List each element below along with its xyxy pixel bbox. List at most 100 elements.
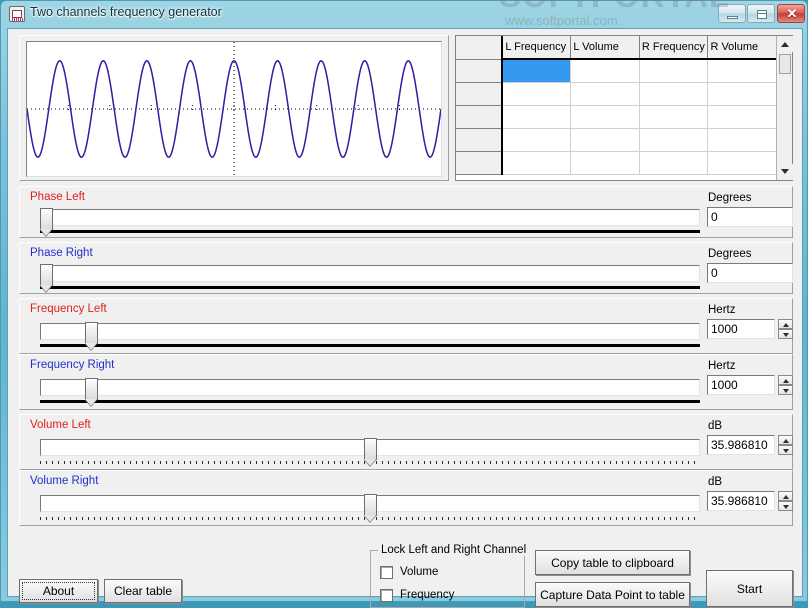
table-row-header[interactable] [456,105,504,129]
table-row[interactable] [456,128,777,152]
title-bar[interactable]: Two channels frequency generator ✕ [1,1,808,27]
checkbox-lock-volume[interactable]: Volume [380,566,520,581]
slider-thumb[interactable] [363,438,377,460]
lock-channel-group: Lock Left and Right Channel Volume Frequ… [370,544,530,608]
spinner-down-icon[interactable] [778,329,793,339]
scroll-up-icon[interactable] [777,36,793,52]
spinner-down-icon[interactable] [778,385,793,395]
table-cell[interactable] [502,128,572,152]
close-button[interactable]: ✕ [777,4,805,23]
slider-thumb[interactable] [363,494,377,516]
spinner-frequency-left[interactable] [778,319,793,339]
slider-volume-right[interactable] [40,494,700,520]
table-cell[interactable] [502,151,572,175]
spinner-up-icon[interactable] [778,435,793,445]
table-cell[interactable] [502,82,572,106]
table-cell[interactable] [570,151,640,175]
table-row-header[interactable] [456,82,504,106]
maximize-button[interactable] [747,4,775,23]
spinner-down-icon[interactable] [778,501,793,511]
table-cell[interactable] [570,105,640,129]
unit-label-frequency-left: Hertz [708,304,736,316]
checkbox-box-frequency[interactable] [380,589,393,602]
slider-phase-left[interactable] [40,208,700,233]
table-cell[interactable] [639,128,709,152]
table-cell[interactable] [570,128,640,152]
scrollbar-thumb[interactable] [779,54,791,74]
slider-thumb[interactable] [40,208,53,230]
table-cell[interactable] [707,151,777,175]
slider-thumb[interactable] [40,264,53,286]
table-col-header-r-frequency[interactable]: R Frequency [639,36,709,60]
table-header-row: L Frequency L Volume R Frequency R Volum… [456,36,777,60]
label-frequency-left: Frequency Left [30,303,107,315]
spinner-volume-left[interactable] [778,435,793,455]
slider-group-volume-left: Volume Left [19,414,793,470]
table-cell[interactable] [639,151,709,175]
table-col-header-l-volume[interactable]: L Volume [570,36,640,60]
table-cell[interactable] [707,105,777,129]
table-cell[interactable] [707,59,777,83]
spinner-up-icon[interactable] [778,375,793,385]
start-button[interactable]: Start [706,570,793,607]
table-cell[interactable] [707,128,777,152]
spinner-frequency-right[interactable] [778,375,793,395]
table-row-header[interactable] [456,128,504,152]
copy-table-button[interactable]: Copy table to clipboard [535,550,690,575]
table-col-header-0[interactable] [456,36,504,60]
table-row-header[interactable] [456,59,504,83]
about-button[interactable]: About [19,579,98,603]
table-col-header-r-volume[interactable]: R Volume [707,36,777,60]
table-row[interactable] [456,59,777,83]
minimize-button[interactable] [718,4,746,23]
waveform-icon [9,6,25,22]
table-cell[interactable] [639,105,709,129]
slider-frequency-right[interactable] [40,378,700,403]
value-field-frequency-left[interactable]: 1000 [707,319,775,339]
value-field-volume-left[interactable]: 35.986810 [707,435,775,455]
table-cell[interactable] [570,59,640,83]
table-row[interactable] [456,82,777,106]
slider-group-volume-right: Volume Right [19,470,793,526]
table-row[interactable] [456,151,777,175]
table-cell[interactable] [502,105,572,129]
table-row-header[interactable] [456,151,504,175]
value-field-frequency-right[interactable]: 1000 [707,375,775,395]
slider-groove[interactable] [40,379,700,396]
value-field-phase-left[interactable]: 0 [707,207,793,227]
table-scrollbar[interactable] [776,36,793,180]
table-cell[interactable] [502,59,572,83]
waveform-svg [27,42,441,176]
table-cell[interactable] [707,82,777,106]
slider-volume-left[interactable] [40,438,700,464]
slider-groove[interactable] [40,323,700,340]
slider-groove[interactable] [40,265,700,282]
data-table[interactable]: L Frequency L Volume R Frequency R Volum… [456,36,777,180]
checkbox-box-volume[interactable] [380,566,393,579]
table-row[interactable] [456,105,777,129]
slider-thumb[interactable] [85,322,99,344]
value-field-volume-right[interactable]: 35.986810 [707,491,775,511]
checkbox-label-frequency: Frequency [400,589,455,601]
label-phase-right: Phase Right [30,247,93,259]
slider-frequency-left[interactable] [40,322,700,347]
slider-thumb[interactable] [85,378,99,400]
data-table-panel: L Frequency L Volume R Frequency R Volum… [455,35,793,181]
waveform-plot[interactable] [26,41,442,177]
spinner-up-icon[interactable] [778,319,793,329]
spinner-volume-right[interactable] [778,491,793,511]
value-field-phase-right[interactable]: 0 [707,263,793,283]
spinner-up-icon[interactable] [778,491,793,501]
spinner-down-icon[interactable] [778,445,793,455]
clear-table-button[interactable]: Clear table [104,579,182,603]
label-phase-left: Phase Left [30,191,85,203]
capture-data-point-button[interactable]: Capture Data Point to table [535,582,690,607]
label-frequency-right: Frequency Right [30,359,115,371]
table-cell[interactable] [639,59,709,83]
table-cell[interactable] [639,82,709,106]
table-col-header-l-frequency[interactable]: L Frequency [502,36,572,60]
slider-groove[interactable] [40,209,700,226]
scroll-down-icon[interactable] [777,164,793,180]
slider-phase-right[interactable] [40,264,700,289]
table-cell[interactable] [570,82,640,106]
